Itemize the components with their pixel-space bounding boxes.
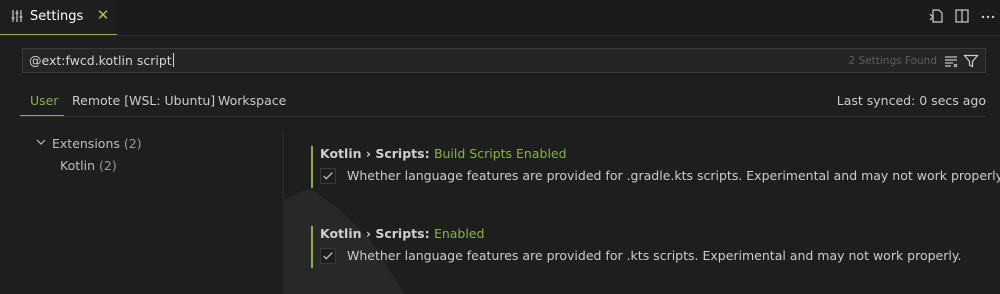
tab-title: Settings <box>30 9 84 24</box>
modified-indicator <box>311 146 313 188</box>
setting-title: Kotlin › Scripts: Build Scripts Enabled <box>320 146 567 161</box>
setting-category: Kotlin › Scripts: <box>320 146 434 161</box>
split-editor-icon[interactable] <box>954 8 970 24</box>
toc-kotlin-count: (2) <box>98 158 117 173</box>
editor-tab-bar: Settings ✕ <box>0 0 1000 36</box>
setting-title: Kotlin › Scripts: Enabled <box>320 226 484 241</box>
toc-kotlin[interactable]: Kotlin (2) <box>60 158 117 173</box>
setting-description: Whether language features are provided f… <box>347 248 962 263</box>
chevron-down-icon[interactable] <box>35 136 47 148</box>
header-divider <box>20 116 986 117</box>
tab-user[interactable]: User <box>30 93 59 108</box>
toc-extensions-count: (2) <box>123 136 142 151</box>
close-icon[interactable]: ✕ <box>96 7 110 23</box>
check-icon <box>323 252 333 260</box>
modified-indicator <box>311 226 313 268</box>
settings-sliders-icon <box>11 10 23 22</box>
tab-workspace[interactable]: Workspace <box>218 93 286 108</box>
setting-description: Whether language features are provided f… <box>347 168 1000 183</box>
more-actions-icon[interactable] <box>980 8 996 24</box>
search-input[interactable]: @ext:fwcd.kotlin script <box>29 53 174 68</box>
tab-settings[interactable]: Settings ✕ <box>0 0 117 35</box>
tab-remote-wsl[interactable]: Remote [WSL: Ubuntu] <box>72 93 215 108</box>
editor-actions <box>928 8 996 24</box>
setting-checkbox[interactable] <box>320 168 336 184</box>
settings-found-count: 2 Settings Found <box>848 55 938 67</box>
setting-category: Kotlin › Scripts: <box>320 226 434 241</box>
settings-search-box[interactable]: @ext:fwcd.kotlin script 2 Settings Found <box>22 48 986 73</box>
setting-checkbox[interactable] <box>320 248 336 264</box>
sync-status: Last synced: 0 secs ago <box>836 93 986 108</box>
clear-filter-icon[interactable] <box>943 53 959 69</box>
open-settings-json-icon[interactable] <box>928 8 944 24</box>
toc-divider <box>283 130 284 294</box>
toc-extensions-label: Extensions <box>52 136 120 151</box>
toc-kotlin-label: Kotlin <box>60 158 95 173</box>
setting-name: Enabled <box>433 226 485 241</box>
setting-name: Build Scripts Enabled <box>433 146 567 161</box>
text-cursor <box>172 53 174 67</box>
toc-extensions[interactable]: Extensions (2) <box>52 136 142 151</box>
filter-icon[interactable] <box>963 53 979 69</box>
check-icon <box>323 172 333 180</box>
